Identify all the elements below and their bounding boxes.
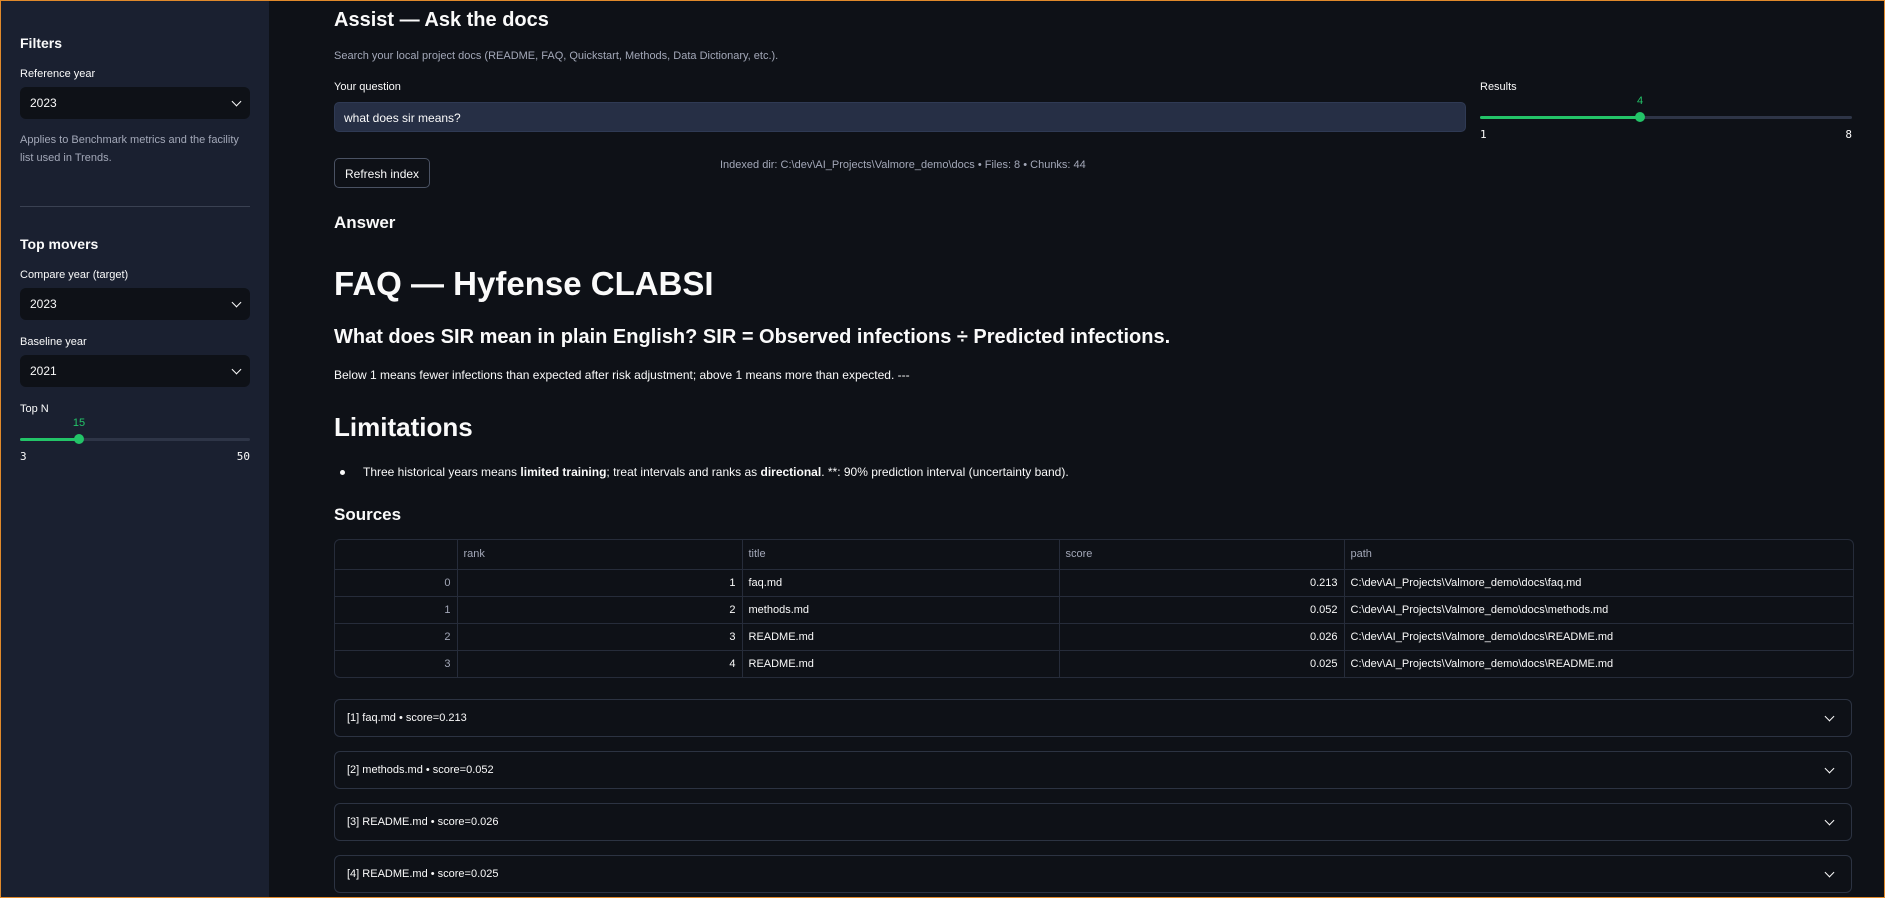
results-max: 8 (1845, 128, 1852, 141)
column-header-score[interactable]: score (1059, 540, 1345, 570)
filters-heading: Filters (20, 35, 63, 51)
bullet-text: Three historical years means limited tra… (363, 465, 1069, 479)
baseline-year-value: 2021 (30, 364, 57, 378)
bullet-bold-directional: directional (760, 465, 822, 479)
table-row[interactable]: 0 1 faq.md 0.213 C:\dev\AI_Projects\Valm… (335, 569, 1853, 597)
baseline-year-label: Baseline year (20, 336, 87, 348)
cell-rank: 1 (457, 569, 743, 597)
expander-label: [3] README.md • score=0.026 (347, 816, 499, 828)
column-header-path[interactable]: path (1344, 540, 1853, 570)
results-slider-handle[interactable] (1635, 112, 1645, 122)
cell-path: C:\dev\AI_Projects\Valmore_demo\docs\faq… (1344, 569, 1853, 597)
cell-score: 0.052 (1059, 596, 1345, 624)
compare-year-select[interactable]: 2023 (20, 288, 250, 320)
results-min: 1 (1480, 128, 1487, 141)
cell-title: faq.md (742, 569, 1060, 597)
bullet-dot (340, 470, 345, 475)
top-n-label: Top N (20, 403, 49, 415)
cell-index: 1 (335, 596, 458, 624)
answer-title: FAQ — Hyfense CLABSI (334, 265, 714, 302)
cell-index: 2 (335, 623, 458, 651)
bullet-text-part: ; treat intervals and ranks as (606, 465, 761, 479)
results-slider-fill (1480, 116, 1640, 119)
bullet-text-part: . **: 90% prediction interval (uncertain… (821, 465, 1069, 479)
reference-year-help: Applies to Benchmark metrics and the fac… (20, 134, 239, 164)
source-expander-4[interactable]: [4] README.md • score=0.025 (334, 855, 1852, 893)
top-n-max: 50 (236, 450, 250, 463)
sidebar: Filters Reference year 2023 Applies to B… (1, 1, 269, 897)
column-header-rank[interactable]: rank (457, 540, 743, 570)
chevron-down-icon (231, 297, 242, 307)
reference-year-value: 2023 (30, 96, 57, 110)
cell-index: 3 (335, 650, 458, 677)
cell-score: 0.026 (1059, 623, 1345, 651)
chevron-down-icon (231, 364, 242, 374)
cell-title: README.md (742, 650, 1060, 677)
sidebar-divider (20, 206, 250, 207)
source-expander-2[interactable]: [2] methods.md • score=0.052 (334, 751, 1852, 789)
results-label: Results (1480, 81, 1517, 93)
expander-label: [2] methods.md • score=0.052 (347, 764, 494, 776)
cell-path: C:\dev\AI_Projects\Valmore_demo\docs\met… (1344, 596, 1853, 624)
reference-year-label: Reference year (20, 68, 96, 80)
top-n-value: 15 (72, 417, 86, 429)
top-movers-heading: Top movers (20, 236, 99, 252)
top-n-slider-fill (20, 438, 79, 441)
expander-label: [4] README.md • score=0.025 (347, 868, 499, 880)
reference-year-select[interactable]: 2023 (20, 87, 250, 119)
cell-rank: 3 (457, 623, 743, 651)
table-header-row: rank title score path (335, 540, 1853, 570)
limitations-heading: Limitations (334, 412, 473, 442)
cell-title: methods.md (742, 596, 1060, 624)
expander-label: [1] faq.md • score=0.213 (347, 712, 467, 724)
bullet-text-part: Three historical years means (363, 465, 521, 479)
top-n-min: 3 (20, 450, 27, 463)
table-row[interactable]: 1 2 methods.md 0.052 C:\dev\AI_Projects\… (335, 596, 1853, 624)
cell-index: 0 (335, 569, 458, 597)
cell-score: 0.025 (1059, 650, 1345, 677)
sources-heading: Sources (334, 505, 402, 524)
chevron-down-icon (1824, 763, 1835, 773)
results-value: 4 (1636, 95, 1644, 107)
results-slider[interactable]: 4 1 8 (1480, 95, 1852, 141)
page-subtitle: Search your local project docs (README, … (334, 50, 779, 62)
chevron-down-icon (1824, 867, 1835, 877)
chevron-down-icon (231, 96, 242, 106)
app-window: Filters Reference year 2023 Applies to B… (0, 0, 1885, 898)
answer-heading: Answer (334, 213, 396, 232)
cell-score: 0.213 (1059, 569, 1345, 597)
column-header-title[interactable]: title (742, 540, 1060, 570)
answer-paragraph: Below 1 means fewer infections than expe… (334, 368, 910, 382)
index-info: Indexed dir: C:\dev\AI_Projects\Valmore_… (720, 159, 1086, 171)
cell-title: README.md (742, 623, 1060, 651)
source-expander-1[interactable]: [1] faq.md • score=0.213 (334, 699, 1852, 737)
refresh-index-button[interactable]: Refresh index (334, 158, 431, 188)
cell-rank: 4 (457, 650, 743, 677)
table-row[interactable]: 2 3 README.md 0.026 C:\dev\AI_Projects\V… (335, 623, 1853, 651)
baseline-year-select[interactable]: 2021 (20, 355, 250, 387)
chevron-down-icon (1824, 711, 1835, 721)
bullet-bold-training: limited training (520, 465, 607, 479)
cell-path: C:\dev\AI_Projects\Valmore_demo\docs\REA… (1350, 657, 1614, 670)
question-label: Your question (334, 81, 401, 93)
table-row[interactable]: 3 4 README.md 0.025 C:\dev\AI_Projects\V… (335, 650, 1853, 677)
top-n-slider-handle[interactable] (74, 434, 84, 444)
top-n-slider[interactable]: 15 3 50 (20, 417, 250, 463)
compare-year-label: Compare year (target) (20, 269, 129, 281)
chevron-down-icon (1824, 815, 1835, 825)
question-input[interactable]: what does sir means? (334, 102, 1466, 132)
cell-path: C:\dev\AI_Projects\Valmore_demo\docs\REA… (1344, 623, 1853, 651)
source-expander-3[interactable]: [3] README.md • score=0.026 (334, 803, 1852, 841)
compare-year-value: 2023 (30, 297, 57, 311)
limitations-bullet: Three historical years means limited tra… (340, 465, 1540, 481)
column-header-index[interactable] (335, 540, 458, 570)
sources-table[interactable]: rank title score path 0 1 faq.md 0.213 C… (334, 539, 1854, 678)
answer-subheading: What does SIR mean in plain English? SIR… (334, 326, 1171, 348)
page-title: Assist — Ask the docs (334, 9, 549, 31)
cell-rank: 2 (457, 596, 743, 624)
